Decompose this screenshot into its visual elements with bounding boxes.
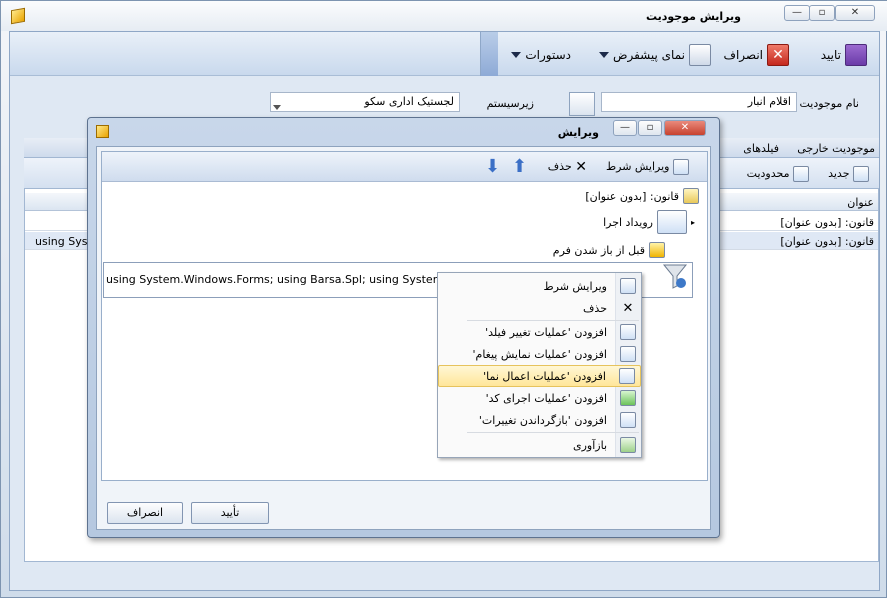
move-down-icon[interactable]: ⬇ [485,156,500,177]
edit-condition-label: ویرایش شرط [605,160,670,173]
new-button[interactable]: جدید [828,166,869,182]
save-icon [845,44,867,66]
move-up-icon[interactable]: ⬆ [512,156,527,177]
apply-view-icon [619,368,635,384]
main-toolbar: تایید ✕ انصراف نمای پیشفرض دستورات [10,32,879,76]
tab-fields[interactable]: فیلدهای [743,142,779,155]
menu-label: ویرایش شرط [543,279,607,293]
expand-icon: ▸ [690,217,695,227]
cancel-icon: ✕ [767,44,789,66]
column-title: عنوان [847,196,874,209]
message-icon [620,346,636,362]
tab-foreign-entity[interactable]: موجودیت خارجی [797,142,875,155]
view-icon [689,44,711,66]
menu-label: افزودن 'عملیات اجرای کد' [485,391,607,405]
entity-name-field[interactable]: اقلام انبار [601,92,797,112]
menu-item-add-apply-view[interactable]: افزودن 'عملیات اعمال نما' [438,365,641,387]
cancel-label: انصراف [723,48,763,62]
dialog-close-button[interactable]: ✕ [664,120,706,136]
delete-button[interactable]: ✕ حذف [548,159,587,175]
before-open-label: قبل از باز شدن فرم [552,243,645,257]
tree-node-before-open[interactable]: قبل از باز شدن فرم [553,242,665,258]
tree-node-event[interactable]: ▸ رویداد اجرا [603,210,695,234]
event-icon [656,210,687,234]
menu-item-delete[interactable]: ✕ حذف [438,297,641,319]
row-title: قانون: [بدون عنوان] [780,235,874,248]
rule-icon [683,188,699,204]
app-icon [11,7,25,25]
revert-icon [620,412,636,428]
code-label: using System.Windows.Forms; using Barsa.… [106,273,481,286]
title-bar: ویرایش موجودیت — ▫ ✕ [1,1,887,31]
tree-node-rule[interactable]: قانون: [بدون عنوان] [585,188,699,204]
dialog-icon [96,125,109,138]
menu-label: افزودن 'بازگرداندن تغییرات' [478,413,607,427]
minimize-button[interactable]: — [784,5,810,21]
default-view-button[interactable]: نمای پیشفرض [598,42,711,68]
chevron-down-icon [598,52,609,58]
menu-label: افزودن 'عملیات نمایش پیغام' [472,347,607,361]
menu-label: حذف [583,301,607,315]
delete-icon: ✕ [575,159,587,175]
edit-icon[interactable] [569,92,595,116]
context-menu: ویرایش شرط ✕ حذف افزودن 'عملیات تغییر فی… [437,272,642,458]
menu-separator [467,432,639,433]
dialog-title: ویرایش [557,126,599,139]
ribbon-collapse-button[interactable] [480,32,498,76]
dialog-maximize-button[interactable]: ▫ [638,120,662,136]
close-button[interactable]: ✕ [835,5,875,21]
edit-condition-icon [673,159,689,175]
menu-item-add-field-change[interactable]: افزودن 'عملیات تغییر فیلد' [438,321,641,343]
field-change-icon [620,324,636,340]
dialog-minimize-button[interactable]: — [613,120,637,136]
menu-item-add-run-code[interactable]: افزودن 'عملیات اجرای کد' [438,387,641,409]
confirm-button[interactable]: تایید [821,42,867,68]
subsystem-label: زیرسیستم [486,97,534,110]
cancel-button[interactable]: ✕ انصراف [724,42,789,68]
new-icon [853,166,869,182]
commands-button[interactable]: دستورات [511,42,571,68]
confirm-label: تایید [820,48,841,62]
subsystem-select[interactable]: لجستیک اداری سکو [270,92,460,112]
lightning-icon [649,242,665,258]
new-label: جدید [828,167,850,180]
edit-condition-icon [620,278,636,294]
row-title: قانون: [بدون عنوان] [780,216,874,229]
event-label: رویداد اجرا [603,215,653,229]
refresh-icon [620,437,636,453]
restriction-icon [793,166,809,182]
entity-name-label: نام موجودیت [799,97,859,110]
restriction-button[interactable]: محدودیت [747,166,809,182]
chevron-down-icon [511,52,522,58]
chevron-down-icon [273,100,281,113]
edit-condition-button[interactable]: ویرایش شرط [606,159,689,175]
menu-item-refresh[interactable]: بازآوری [438,434,641,456]
csharp-icon [620,390,636,406]
menu-item-add-show-message[interactable]: افزودن 'عملیات نمایش پیغام' [438,343,641,365]
rule-label: قانون: [بدون عنوان] [585,189,679,203]
menu-label: بازآوری [572,438,607,452]
delete-icon: ✕ [622,300,634,316]
dialog-cancel-button[interactable]: انصراف [107,502,183,524]
maximize-button[interactable]: ▫ [809,5,835,21]
restriction-label: محدودیت [746,167,790,180]
window-title: ویرایش موجودیت [645,10,741,23]
commands-label: دستورات [525,48,571,62]
menu-item-add-revert[interactable]: افزودن 'بازگرداندن تغییرات' [438,409,641,431]
dialog-toolbar: ویرایش شرط ✕ حذف ⬆ ⬇ [102,152,707,182]
menu-label: افزودن 'عملیات اعمال نما' [483,369,606,383]
menu-item-edit-condition[interactable]: ویرایش شرط [438,275,641,297]
menu-label: افزودن 'عملیات تغییر فیلد' [485,325,607,339]
filter-icon [662,262,688,290]
dialog-ok-button[interactable]: تأیید [191,502,269,524]
default-view-label: نمای پیشفرض [612,48,685,62]
delete-label: حذف [547,160,572,173]
